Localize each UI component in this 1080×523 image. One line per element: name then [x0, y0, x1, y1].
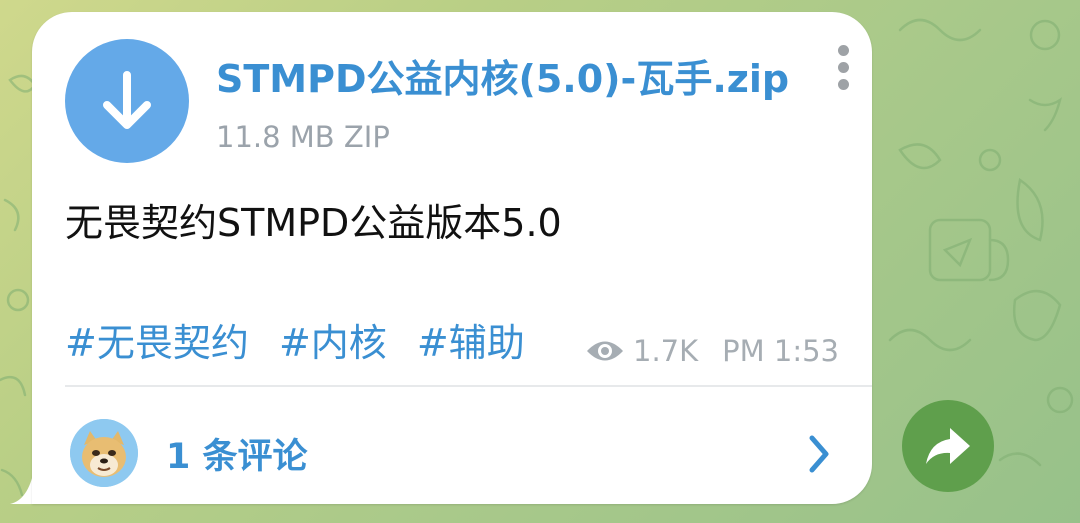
vertical-dots-icon [837, 45, 849, 56]
eye-icon [587, 341, 623, 361]
hashtag-link[interactable]: #辅助 [417, 321, 525, 365]
comments-button[interactable]: 1 条评论 [32, 388, 872, 504]
hashtag-list: #无畏契约 #内核 #辅助 [65, 312, 543, 367]
share-button[interactable] [902, 400, 994, 492]
file-size-label: 11.8 MB ZIP [216, 120, 390, 154]
comments-label: 1 条评论 [166, 437, 308, 477]
file-download-button[interactable] [65, 39, 189, 163]
divider [65, 385, 872, 387]
chevron-right-icon [809, 435, 829, 473]
file-name-link[interactable]: STMPD公益内核(5.0)-瓦手.zip [216, 48, 789, 103]
view-count: 1.7K [633, 334, 699, 368]
message-time: PM 1:53 [722, 334, 839, 368]
hashtag-link[interactable]: #无畏契约 [65, 321, 249, 365]
message-menu-button[interactable] [830, 42, 856, 96]
share-arrow-icon [926, 428, 970, 464]
message-caption: 无畏契约STMPD公益版本5.0 [65, 201, 562, 245]
message-bubble: STMPD公益内核(5.0)-瓦手.zip 11.8 MB ZIP 无畏契约ST… [32, 12, 872, 504]
doge-avatar-icon [70, 419, 138, 487]
commenter-avatar [70, 419, 138, 487]
hashtag-link[interactable]: #内核 [279, 321, 387, 365]
download-arrow-icon [103, 71, 151, 129]
message-meta: 1.7K PM 1:53 [585, 334, 839, 368]
